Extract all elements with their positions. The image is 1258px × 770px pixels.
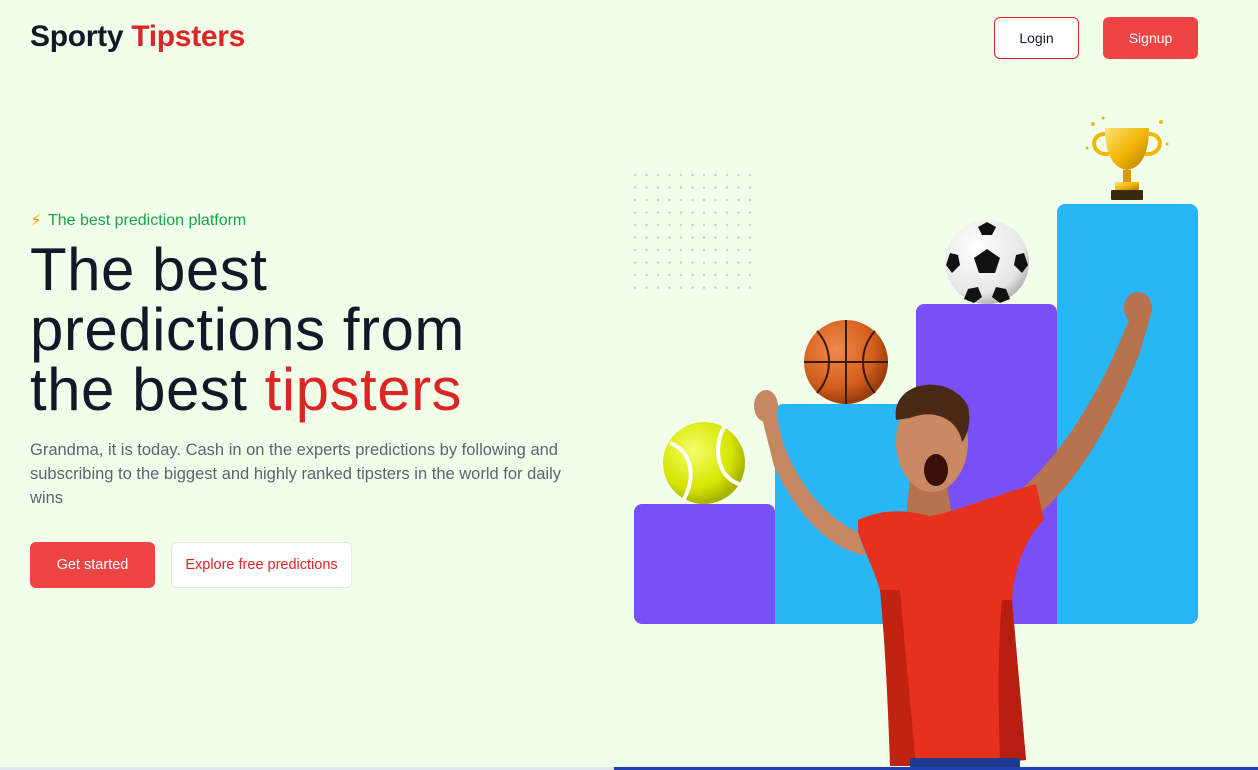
- headline-line-3: the best: [30, 356, 265, 423]
- trophy-icon: [1085, 116, 1169, 200]
- get-started-button[interactable]: Get started: [30, 542, 155, 588]
- hero-description: Grandma, it is today. Cash in on the exp…: [30, 441, 562, 507]
- hero-tagline: ⚡ The best prediction platform: [30, 211, 246, 231]
- explore-free-predictions-button[interactable]: Explore free predictions: [171, 542, 352, 588]
- tennis-ball-icon: [663, 422, 745, 504]
- brand-name-primary: Sporty: [30, 20, 124, 53]
- headline-line-1: The best: [30, 236, 268, 303]
- lightning-bolt-icon: ⚡: [30, 211, 42, 230]
- headline-accent: tipsters: [264, 356, 463, 423]
- brand-name-accent: Tipsters: [131, 20, 246, 53]
- hero-headline: The best predictions from the best tipst…: [30, 240, 590, 420]
- tagline-text: The best prediction platform: [47, 212, 247, 229]
- login-button[interactable]: Login: [994, 17, 1079, 59]
- headline-line-2: predictions from: [30, 296, 465, 363]
- brand-logo[interactable]: Sporty Tipsters: [30, 20, 245, 54]
- celebrating-player: [754, 292, 1152, 770]
- signup-button[interactable]: Signup: [1103, 17, 1198, 59]
- dot-grid-decoration: [633, 173, 752, 289]
